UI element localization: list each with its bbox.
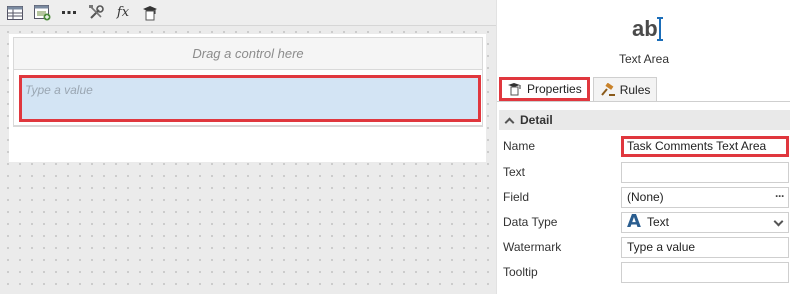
function-icon[interactable]: fx [114, 4, 132, 22]
table-cell[interactable]: Type a value [14, 71, 482, 126]
text-area-glyph: ab [632, 16, 658, 41]
table-icon[interactable] [6, 4, 24, 22]
text-type-icon: A [627, 211, 641, 232]
rules-gavel-icon [600, 82, 615, 96]
properties-panel: ab Text Area Properties Rules Detail Nam… [496, 0, 790, 294]
properties-icon [508, 83, 521, 96]
text-cursor-icon [656, 17, 663, 41]
data-type-dropdown[interactable]: A Text [621, 211, 789, 233]
property-row-data-type: Data Type A Text [503, 210, 790, 234]
field-label: Field [503, 190, 530, 204]
drop-zone[interactable]: Drag a control here [14, 38, 482, 70]
tooltip-label: Tooltip [503, 265, 538, 279]
tab-divider [497, 101, 790, 102]
watermark-field[interactable]: Type a value [621, 236, 789, 258]
field-value: (None) [627, 190, 664, 204]
property-row-name: Name Task Comments Text Area [503, 134, 790, 158]
text-field[interactable] [621, 161, 789, 183]
property-row-watermark: Watermark Type a value [503, 235, 790, 259]
text-area-control[interactable]: Type a value [19, 75, 481, 122]
form-view: Drag a control here Type a value [9, 34, 486, 162]
panel-tabs: Properties Rules [499, 77, 658, 102]
property-row-text: Text [503, 160, 790, 184]
tab-rules-label: Rules [619, 82, 651, 97]
designer-toolbar: fx [0, 0, 496, 26]
function-label: fx [116, 5, 130, 20]
tab-properties[interactable]: Properties [499, 77, 590, 101]
tools-icon[interactable] [87, 4, 105, 22]
tab-properties-label: Properties [527, 82, 582, 96]
rule-hat-icon[interactable] [141, 4, 159, 22]
data-type-value: Text [646, 215, 669, 229]
form-add-icon[interactable] [33, 4, 51, 22]
property-row-field: Field (None) ··· [503, 185, 790, 209]
tab-rules[interactable]: Rules [592, 77, 658, 101]
chevron-down-icon [773, 216, 784, 226]
chevron-up-icon [505, 116, 514, 125]
control-type-label: Text Area [618, 52, 670, 66]
text-label: Text [503, 165, 526, 179]
tooltip-field[interactable] [621, 261, 789, 283]
data-type-label: Data Type [503, 215, 558, 229]
field-ellipsis-button[interactable]: ··· [775, 189, 785, 203]
name-field[interactable]: Task Comments Text Area [621, 135, 789, 157]
form-table: Drag a control here Type a value [13, 37, 483, 127]
more-icon[interactable] [60, 4, 78, 22]
property-row-tooltip: Tooltip [503, 260, 790, 284]
detail-section-title: Detail [520, 113, 553, 127]
watermark-label: Watermark [503, 240, 562, 254]
field-selector[interactable]: (None) ··· [621, 186, 789, 208]
text-area-icon: ab [632, 13, 672, 45]
detail-section-header[interactable]: Detail [499, 110, 790, 130]
designer-canvas: fx Drag a control here Type a value [0, 0, 496, 294]
name-label: Name [503, 139, 536, 153]
